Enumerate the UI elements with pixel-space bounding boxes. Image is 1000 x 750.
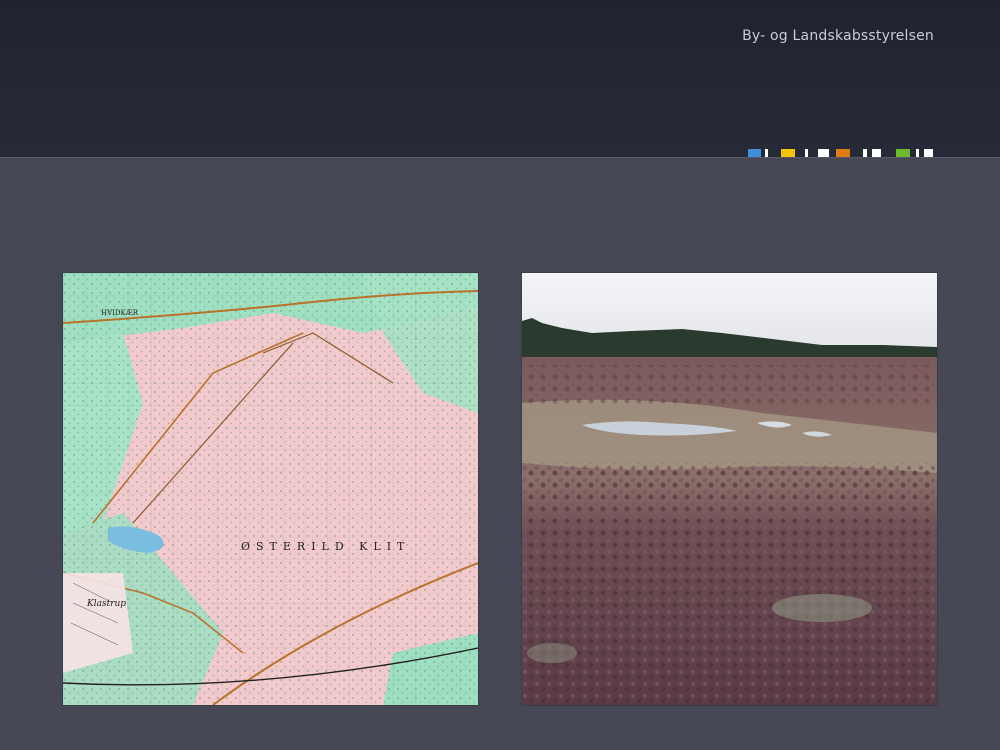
organization-name: By- og Landskabsstyrelsen: [742, 28, 934, 44]
brand-block-white: [924, 149, 933, 157]
brand-bar: [916, 149, 919, 157]
brand-bar: [805, 149, 808, 157]
brand-block-white: [872, 149, 881, 157]
brand-bar: [863, 149, 867, 157]
brand-block-orange: [836, 149, 850, 157]
brand-bar: [765, 149, 768, 157]
heathland-photo: [522, 273, 937, 705]
brand-color-strip: [748, 149, 934, 157]
map-label-hvidkaer: HVIDKÆR: [101, 309, 139, 317]
brand-block-yellow: [781, 149, 795, 157]
slide-header: By- og Landskabsstyrelsen: [0, 0, 1000, 158]
map-label-osterild-klit: ØSTERILD KLIT: [241, 540, 410, 553]
topographic-map-image: HVIDKÆR ØSTERILD KLIT Klastrup: [63, 273, 478, 705]
map-label-klastrup: Klastrup: [86, 599, 126, 609]
brand-block-green: [896, 149, 910, 157]
brand-block-blue: [748, 149, 761, 157]
brand-block-white: [818, 149, 829, 157]
